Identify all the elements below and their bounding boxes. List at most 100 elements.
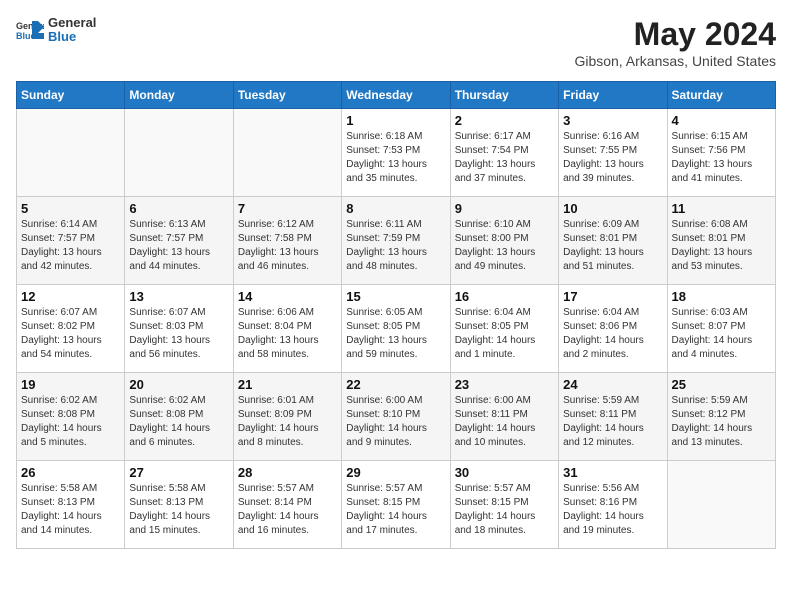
day-number: 7 [238, 201, 337, 216]
col-tuesday: Tuesday [233, 82, 341, 109]
day-info: Sunrise: 6:00 AMSunset: 8:10 PMDaylight:… [346, 394, 445, 450]
day-number: 14 [238, 289, 337, 304]
day-number: 27 [129, 465, 228, 480]
day-info: Sunrise: 6:00 AMSunset: 8:11 PMDaylight:… [455, 394, 554, 450]
calendar-cell: 26 Sunrise: 5:58 AMSunset: 8:13 PMDayligh… [17, 461, 125, 549]
logo-blue-text: Blue [48, 30, 96, 44]
day-number: 4 [672, 113, 771, 128]
day-number: 12 [21, 289, 120, 304]
calendar-cell [667, 461, 775, 549]
day-number: 17 [563, 289, 662, 304]
calendar-cell: 13 Sunrise: 6:07 AMSunset: 8:03 PMDayligh… [125, 285, 233, 373]
calendar-cell: 14Sunrise: 6:06 AMSunset: 8:04 PMDayligh… [233, 285, 341, 373]
day-info: Sunrise: 6:07 AMSunset: 8:02 PMDaylight:… [21, 306, 120, 362]
day-info: Sunrise: 6:17 AMSunset: 7:54 PMDaylight:… [455, 130, 554, 186]
day-number: 10 [563, 201, 662, 216]
day-number: 31 [563, 465, 662, 480]
logo-general-text: General [48, 16, 96, 30]
day-number: 26 [21, 465, 120, 480]
day-number: 28 [238, 465, 337, 480]
day-number: 29 [346, 465, 445, 480]
calendar-cell: 16Sunrise: 6:04 AMSunset: 8:05 PMDayligh… [450, 285, 558, 373]
calendar-cell: 31Sunrise: 5:56 AMSunset: 8:16 PMDayligh… [559, 461, 667, 549]
calendar-cell: 6Sunrise: 6:13 AMSunset: 7:57 PMDaylight… [125, 197, 233, 285]
day-number: 15 [346, 289, 445, 304]
day-info: Sunrise: 6:02 AMSunset: 8:08 PMDaylight:… [129, 394, 228, 450]
day-number: 1 [346, 113, 445, 128]
col-sunday: Sunday [17, 82, 125, 109]
calendar-cell: 19Sunrise: 6:02 AMSunset: 8:08 PMDayligh… [17, 373, 125, 461]
day-number: 18 [672, 289, 771, 304]
day-info: Sunrise: 6:04 AMSunset: 8:06 PMDaylight:… [563, 306, 662, 362]
calendar-cell: 8 Sunrise: 6:11 AMSunset: 7:59 PMDaylight… [342, 197, 450, 285]
calendar-cell: 29Sunrise: 5:57 AMSunset: 8:15 PMDayligh… [342, 461, 450, 549]
day-number: 6 [129, 201, 228, 216]
calendar-cell: 1 Sunrise: 6:18 AMSunset: 7:53 PMDaylight… [342, 109, 450, 197]
calendar-cell: 5 Sunrise: 6:14 AMSunset: 7:57 PMDaylight… [17, 197, 125, 285]
day-info: Sunrise: 6:07 AMSunset: 8:03 PMDaylight:… [129, 306, 228, 362]
day-info: Sunrise: 6:16 AMSunset: 7:55 PMDaylight:… [563, 130, 662, 186]
calendar-cell: 25 Sunrise: 5:59 AMSunset: 8:12 PMDayligh… [667, 373, 775, 461]
day-number: 23 [455, 377, 554, 392]
day-number: 21 [238, 377, 337, 392]
calendar-cell: 3 Sunrise: 6:16 AMSunset: 7:55 PMDaylight… [559, 109, 667, 197]
day-info: Sunrise: 6:18 AMSunset: 7:53 PMDaylight:… [346, 130, 445, 186]
calendar-cell: 18 Sunrise: 6:03 AMSunset: 8:07 PMDayligh… [667, 285, 775, 373]
day-number: 24 [563, 377, 662, 392]
day-info: Sunrise: 6:14 AMSunset: 7:57 PMDaylight:… [21, 218, 120, 274]
month-year: May 2024 [574, 16, 776, 53]
calendar-body: 1 Sunrise: 6:18 AMSunset: 7:53 PMDaylight… [17, 109, 776, 549]
calendar-cell: 22Sunrise: 6:00 AMSunset: 8:10 PMDayligh… [342, 373, 450, 461]
calendar-cell: 7Sunrise: 6:12 AMSunset: 7:58 PMDaylight… [233, 197, 341, 285]
calendar-week-4: 19Sunrise: 6:02 AMSunset: 8:08 PMDayligh… [17, 373, 776, 461]
day-number: 30 [455, 465, 554, 480]
calendar-week-3: 12 Sunrise: 6:07 AMSunset: 8:02 PMDayligh… [17, 285, 776, 373]
calendar-cell [17, 109, 125, 197]
logo-icon: General Blue [16, 19, 44, 41]
day-info: Sunrise: 5:58 AMSunset: 8:13 PMDaylight:… [129, 482, 228, 538]
day-number: 25 [672, 377, 771, 392]
day-info: Sunrise: 5:59 AMSunset: 8:12 PMDaylight:… [672, 394, 771, 450]
day-info: Sunrise: 6:03 AMSunset: 8:07 PMDaylight:… [672, 306, 771, 362]
logo: General Blue General Blue [16, 16, 96, 45]
calendar-cell: 2 Sunrise: 6:17 AMSunset: 7:54 PMDaylight… [450, 109, 558, 197]
day-info: Sunrise: 6:10 AMSunset: 8:00 PMDaylight:… [455, 218, 554, 274]
day-number: 3 [563, 113, 662, 128]
calendar-cell: 17 Sunrise: 6:04 AMSunset: 8:06 PMDayligh… [559, 285, 667, 373]
calendar-cell [233, 109, 341, 197]
header: General Blue General Blue May 2024 Gibso… [16, 16, 776, 69]
calendar-week-5: 26 Sunrise: 5:58 AMSunset: 8:13 PMDayligh… [17, 461, 776, 549]
day-info: Sunrise: 6:15 AMSunset: 7:56 PMDaylight:… [672, 130, 771, 186]
calendar-cell: 15Sunrise: 6:05 AMSunset: 8:05 PMDayligh… [342, 285, 450, 373]
day-number: 9 [455, 201, 554, 216]
day-info: Sunrise: 6:02 AMSunset: 8:08 PMDaylight:… [21, 394, 120, 450]
calendar-cell: 21 Sunrise: 6:01 AMSunset: 8:09 PMDayligh… [233, 373, 341, 461]
day-number: 13 [129, 289, 228, 304]
calendar-cell: 12 Sunrise: 6:07 AMSunset: 8:02 PMDayligh… [17, 285, 125, 373]
col-friday: Friday [559, 82, 667, 109]
calendar-week-1: 1 Sunrise: 6:18 AMSunset: 7:53 PMDaylight… [17, 109, 776, 197]
location: Gibson, Arkansas, United States [574, 53, 776, 69]
day-info: Sunrise: 5:59 AMSunset: 8:11 PMDaylight:… [563, 394, 662, 450]
calendar-header: Sunday Monday Tuesday Wednesday Thursday… [17, 82, 776, 109]
calendar-week-2: 5 Sunrise: 6:14 AMSunset: 7:57 PMDaylight… [17, 197, 776, 285]
day-number: 11 [672, 201, 771, 216]
col-saturday: Saturday [667, 82, 775, 109]
day-number: 8 [346, 201, 445, 216]
day-number: 5 [21, 201, 120, 216]
day-info: Sunrise: 6:11 AMSunset: 7:59 PMDaylight:… [346, 218, 445, 274]
calendar-cell: 28Sunrise: 5:57 AMSunset: 8:14 PMDayligh… [233, 461, 341, 549]
col-wednesday: Wednesday [342, 82, 450, 109]
day-info: Sunrise: 6:01 AMSunset: 8:09 PMDaylight:… [238, 394, 337, 450]
day-info: Sunrise: 6:08 AMSunset: 8:01 PMDaylight:… [672, 218, 771, 274]
calendar-cell: 30Sunrise: 5:57 AMSunset: 8:15 PMDayligh… [450, 461, 558, 549]
calendar-cell: 20Sunrise: 6:02 AMSunset: 8:08 PMDayligh… [125, 373, 233, 461]
calendar-cell: 10Sunrise: 6:09 AMSunset: 8:01 PMDayligh… [559, 197, 667, 285]
calendar-cell: 4 Sunrise: 6:15 AMSunset: 7:56 PMDaylight… [667, 109, 775, 197]
day-info: Sunrise: 5:58 AMSunset: 8:13 PMDaylight:… [21, 482, 120, 538]
day-number: 2 [455, 113, 554, 128]
calendar-table: Sunday Monday Tuesday Wednesday Thursday… [16, 81, 776, 549]
col-thursday: Thursday [450, 82, 558, 109]
calendar-cell: 9 Sunrise: 6:10 AMSunset: 8:00 PMDaylight… [450, 197, 558, 285]
calendar-cell: 11 Sunrise: 6:08 AMSunset: 8:01 PMDayligh… [667, 197, 775, 285]
